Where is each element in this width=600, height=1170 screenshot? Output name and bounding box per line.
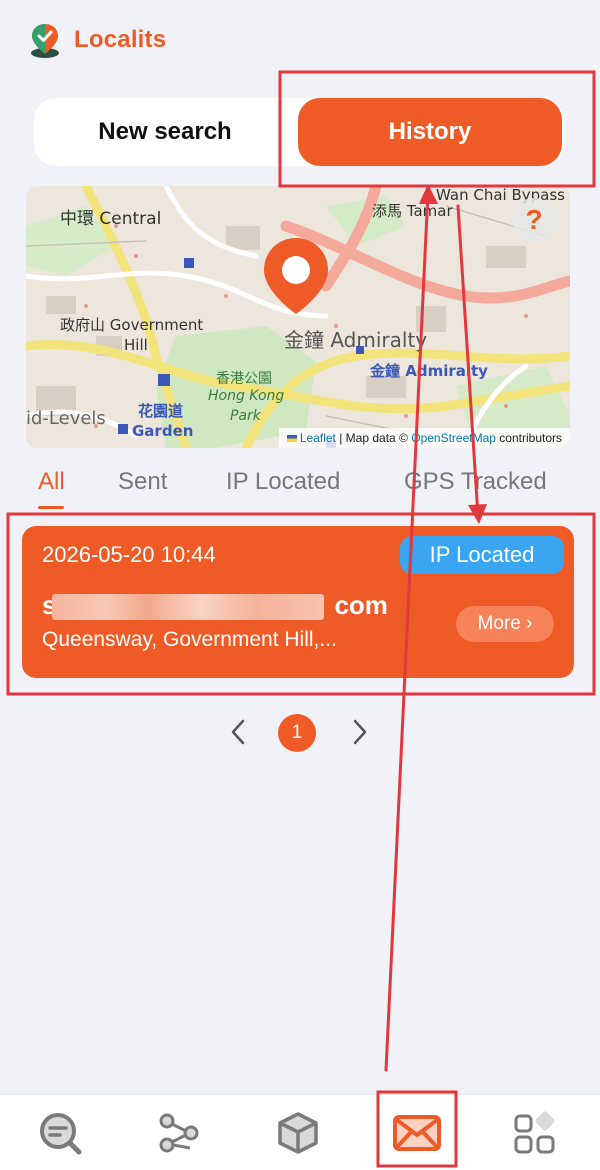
attribution-mapdata: | Map data © (339, 431, 408, 445)
map-label-hill: Hill (124, 336, 148, 354)
history-tab[interactable]: History (298, 98, 562, 166)
more-button[interactable]: More › (456, 606, 554, 642)
history-datetime: 2026-05-20 10:44 (42, 542, 216, 567)
search-list-icon[interactable] (37, 1110, 83, 1156)
app-brand-title: Localits (74, 26, 167, 53)
history-address: Queensway, Government Hill,... (42, 628, 337, 651)
attribution-contributors: contributors (499, 431, 562, 445)
pagination-page-current[interactable]: 1 (278, 714, 316, 752)
email-redaction-blur (52, 594, 324, 620)
map-label-admiralty: 金鐘 Admiralty (284, 328, 428, 352)
apps-grid-icon[interactable] (512, 1110, 558, 1156)
share-nodes-icon[interactable] (156, 1110, 202, 1156)
map-label-garden-road: 花園道 (138, 402, 184, 420)
pagination-prev-icon[interactable] (228, 718, 248, 746)
cube-icon[interactable] (275, 1110, 321, 1156)
email-suffix: com (334, 590, 388, 620)
map-help-button[interactable]: ? (512, 198, 556, 242)
localits-logo-icon (31, 24, 59, 58)
map-label-central: 中環 Central (60, 209, 162, 229)
map-label-hk-park: 香港公園 (216, 371, 272, 387)
filter-tab-ip-located[interactable]: IP Located (226, 468, 340, 496)
active-tab-indicator (38, 506, 64, 509)
map-label-hong-kong: Hong Kong (208, 388, 285, 404)
ukraine-flag-icon (286, 435, 297, 442)
map-label-park: Park (230, 408, 261, 424)
map-view[interactable]: 中環 Central 政府山 Government Hill 金鐘 Admira… (26, 186, 570, 448)
new-search-tab[interactable]: New search (34, 98, 296, 166)
mail-icon[interactable] (392, 1110, 442, 1156)
map-label-government-hill: 政府山 Government (60, 316, 204, 334)
filter-tab-gps-tracked[interactable]: GPS Tracked (404, 468, 547, 496)
openstreetmap-link[interactable]: OpenStreetMap (411, 431, 496, 445)
map-label-tamar: 添馬 Tamar (372, 202, 453, 220)
map-label-admiralty-station: 金鐘 Admiralty (370, 362, 488, 380)
filter-tab-sent[interactable]: Sent (118, 468, 167, 496)
map-label-mid-levels: id-Levels (26, 408, 106, 429)
map-attribution: Leaflet | Map data © OpenStreetMap contr… (278, 428, 570, 448)
pagination-next-icon[interactable] (350, 718, 370, 746)
filter-tab-all[interactable]: All (38, 468, 65, 496)
leaflet-link[interactable]: Leaflet (300, 431, 336, 445)
status-badge: IP Located (400, 536, 564, 574)
map-label-garden: Garden (132, 422, 194, 440)
